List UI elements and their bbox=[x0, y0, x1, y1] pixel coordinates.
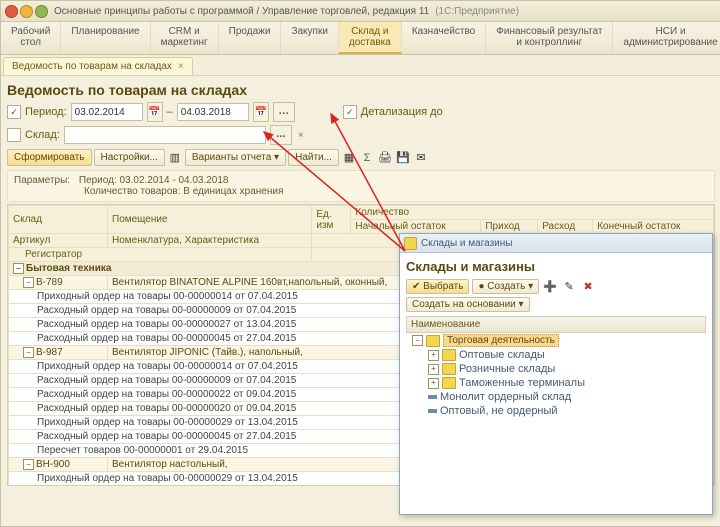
params-label: Параметры: bbox=[14, 175, 70, 186]
params-period: Период: 03.02.2014 - 04.03.2018 bbox=[79, 175, 229, 186]
date-from-picker-icon[interactable]: 📅 bbox=[147, 102, 163, 122]
col-rash: Расход bbox=[538, 220, 593, 234]
tree-node[interactable]: Монолит ордерный склад bbox=[406, 390, 706, 404]
col-qty: Количество bbox=[351, 206, 714, 220]
detail-checkbox[interactable]: ✓ bbox=[343, 105, 357, 119]
sklady-popup[interactable]: Склады и магазины Склады и магазины ✔ Вы… bbox=[399, 233, 713, 515]
col-sklad: Склад bbox=[9, 206, 108, 234]
tree-node[interactable]: Оптовый, не ордерный bbox=[406, 404, 706, 418]
save-icon[interactable]: 💾 bbox=[395, 150, 411, 166]
tab-label: Ведомость по товарам на складах bbox=[12, 61, 172, 72]
nav-item[interactable]: Продажи bbox=[219, 22, 282, 54]
app-title: Основные принципы работы с программой / … bbox=[54, 6, 429, 17]
settings-button[interactable]: Настройки... bbox=[94, 149, 165, 166]
period-more-button[interactable]: … bbox=[273, 102, 295, 122]
sklad-clear-icon[interactable]: × bbox=[296, 130, 306, 141]
tab-bar: Ведомость по товарам на складах × bbox=[1, 55, 720, 76]
mail-icon[interactable]: ✉ bbox=[413, 150, 429, 166]
tab-report[interactable]: Ведомость по товарам на складах × bbox=[3, 57, 193, 75]
col-art: Артикул bbox=[9, 234, 108, 248]
date-to-input[interactable]: 04.03.2018 bbox=[177, 103, 249, 121]
app-window: Основные принципы работы с программой / … bbox=[0, 0, 720, 527]
date-from-input[interactable]: 03.02.2014 bbox=[71, 103, 143, 121]
nav-item[interactable]: Финансовый результат и контроллинг bbox=[486, 22, 613, 54]
nav-item[interactable]: Склад и доставка bbox=[339, 22, 402, 54]
detail-label: Детализация до bbox=[361, 106, 443, 118]
report-toolbar: Сформировать Настройки... ▥ Варианты отч… bbox=[7, 149, 715, 166]
delete-icon[interactable]: ✖ bbox=[580, 278, 596, 294]
col-prih: Приход bbox=[481, 220, 538, 234]
titlebar: Основные принципы работы с программой / … bbox=[1, 1, 720, 22]
nav-item[interactable]: Закупки bbox=[281, 22, 338, 54]
popup-tree[interactable]: − Торговая деятельность+ Оптовые склады+… bbox=[406, 333, 706, 418]
col-nom: Номенклатура, Характеристика bbox=[108, 234, 312, 248]
popup-toolbar: ✔ Выбрать ● Создать ▾ ➕ ✎ ✖ Создать на о… bbox=[406, 278, 706, 312]
params-block: Параметры: Период: 03.02.2014 - 04.03.20… bbox=[7, 170, 715, 202]
sklad-input[interactable] bbox=[64, 126, 266, 144]
variants-button[interactable]: Варианты отчета ▾ bbox=[185, 149, 286, 166]
tree-node[interactable]: − Торговая деятельность bbox=[406, 333, 706, 348]
form-button[interactable]: Сформировать bbox=[7, 149, 92, 166]
col-nach: Начальный остаток bbox=[351, 220, 481, 234]
report-heading: Ведомость по товарам на складах bbox=[7, 82, 715, 98]
create-button[interactable]: ● Создать ▾ bbox=[472, 279, 539, 294]
nav-item[interactable]: Планирование bbox=[61, 22, 150, 54]
popup-column-header: Наименование bbox=[406, 316, 706, 333]
sum-icon[interactable]: Σ bbox=[359, 150, 375, 166]
tree-node[interactable]: + Оптовые склады bbox=[406, 348, 706, 362]
period-label: Период: bbox=[25, 106, 67, 118]
app-title-suffix: (1С:Предприятие) bbox=[435, 6, 519, 17]
period-checkbox[interactable]: ✓ bbox=[7, 105, 21, 119]
find-button[interactable]: Найти... bbox=[288, 149, 339, 166]
window-controls bbox=[5, 5, 48, 18]
nav-item[interactable]: Казначейство bbox=[402, 22, 486, 54]
sklad-picker-button[interactable]: ... bbox=[270, 125, 292, 145]
nav-item[interactable]: НСИ и администрирование bbox=[613, 22, 720, 54]
close-icon[interactable] bbox=[5, 5, 18, 18]
minimize-icon[interactable] bbox=[20, 5, 33, 18]
col-reg: Регистратор bbox=[9, 248, 312, 262]
sklad-label: Склад: bbox=[25, 129, 60, 141]
popup-title: Склады и магазины bbox=[421, 238, 512, 249]
select-button[interactable]: ✔ Выбрать bbox=[406, 279, 469, 294]
col-ed: Ед. изм bbox=[312, 206, 351, 234]
popup-heading: Склады и магазины bbox=[406, 259, 706, 274]
sklad-checkbox[interactable] bbox=[7, 128, 21, 142]
tree-node[interactable]: + Розничные склады bbox=[406, 362, 706, 376]
maximize-icon[interactable] bbox=[35, 5, 48, 18]
main-nav: Рабочий столПланированиеCRM и маркетингП… bbox=[1, 22, 720, 55]
layout-icon[interactable]: ▥ bbox=[167, 150, 183, 166]
col-kon: Конечный остаток bbox=[593, 220, 714, 234]
close-tab-icon[interactable]: × bbox=[178, 61, 184, 72]
add-group-icon[interactable]: ➕ bbox=[542, 278, 558, 294]
tree-node[interactable]: + Таможенные терминалы bbox=[406, 376, 706, 390]
edit-icon[interactable]: ✎ bbox=[561, 278, 577, 294]
popup-titlebar[interactable]: Склады и магазины bbox=[400, 234, 712, 253]
nav-item[interactable]: Рабочий стол bbox=[1, 22, 61, 54]
expand-icon[interactable]: ▦ bbox=[341, 150, 357, 166]
date-sep: – bbox=[167, 106, 173, 118]
params-qty: Количество товаров: В единицах хранения bbox=[84, 186, 283, 197]
date-to-picker-icon[interactable]: 📅 bbox=[253, 102, 269, 122]
print-icon[interactable]: 🖨 bbox=[377, 150, 393, 166]
nav-item[interactable]: CRM и маркетинг bbox=[151, 22, 219, 54]
popup-app-icon bbox=[404, 237, 417, 250]
col-pom: Помещение bbox=[108, 206, 312, 234]
create-based-button[interactable]: Создать на основании ▾ bbox=[406, 297, 530, 312]
